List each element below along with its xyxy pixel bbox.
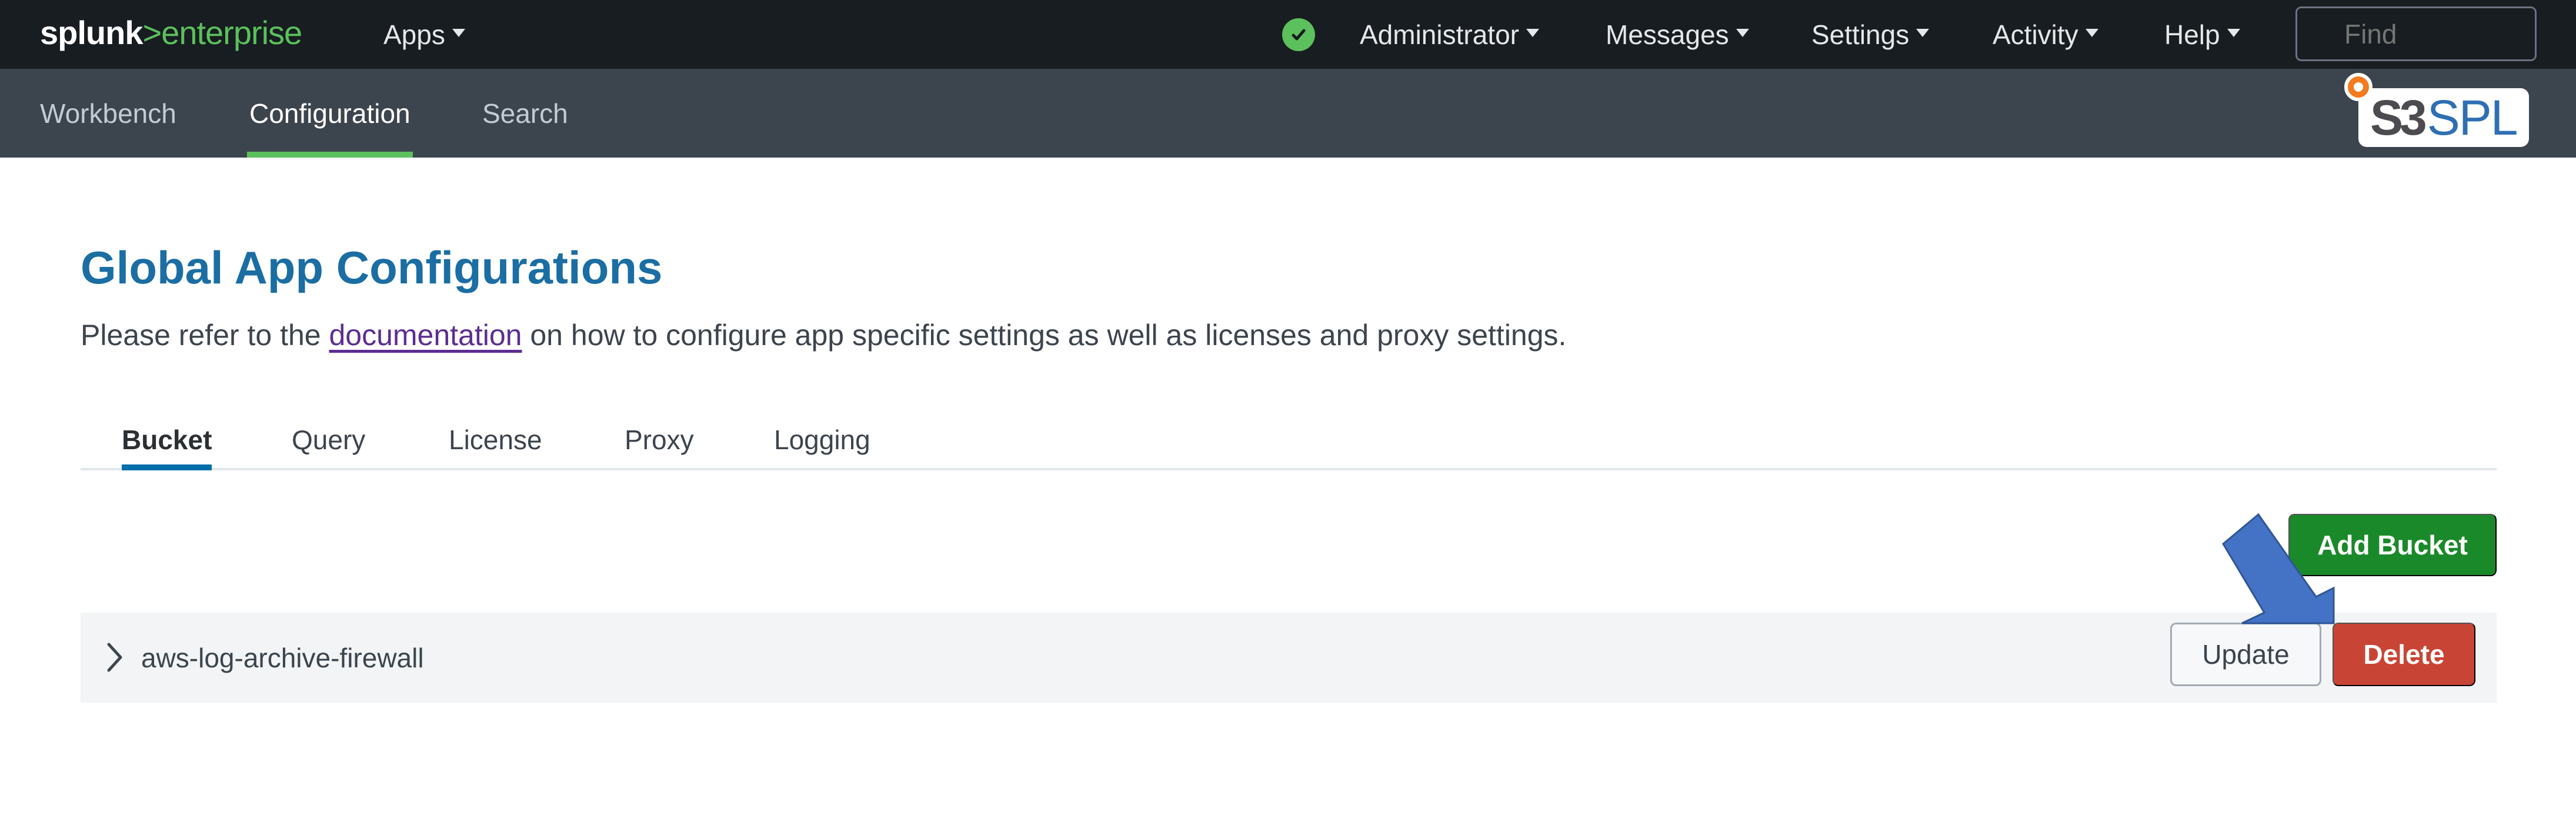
logo-s3-text: S3 (2370, 90, 2427, 145)
logo-spl-text: SPL (2427, 90, 2518, 145)
caret-down-icon (2227, 28, 2240, 37)
administrator-menu-label: Administrator (1360, 19, 1519, 50)
help-menu[interactable]: Help (2164, 0, 2240, 69)
check-circle-icon[interactable] (1282, 18, 1315, 51)
tab-label: Proxy (625, 424, 694, 455)
tab-bucket[interactable]: Bucket (122, 412, 212, 470)
caret-down-icon (1736, 28, 1749, 37)
bucket-list-row: aws-log-archive-firewall (81, 613, 2497, 703)
find-input[interactable] (2295, 6, 2537, 61)
caret-down-icon (1526, 28, 1539, 37)
chevron-right-icon[interactable] (103, 640, 126, 675)
active-tab-indicator (122, 464, 212, 470)
tab-label: Logging (774, 424, 870, 455)
s3spl-logo: S3 SPL (2358, 88, 2529, 147)
bucket-name: aws-log-archive-firewall (141, 642, 424, 673)
nav-item-search[interactable]: Search (482, 69, 568, 158)
app-nav-bar: Workbench Configuration Search (0, 69, 2576, 158)
settings-menu-label: Settings (1811, 19, 1910, 50)
activity-menu-label: Activity (1993, 19, 2078, 50)
tab-logging[interactable]: Logging (774, 412, 870, 468)
help-menu-label: Help (2164, 19, 2220, 50)
messages-menu-label: Messages (1606, 19, 1729, 50)
apps-menu[interactable]: Apps (383, 0, 465, 69)
tab-query[interactable]: Query (292, 412, 365, 468)
caret-down-icon (452, 28, 465, 37)
administrator-menu[interactable]: Administrator (1360, 0, 1539, 69)
caret-down-icon (1916, 28, 1930, 37)
tab-license[interactable]: License (449, 412, 542, 468)
apps-menu-label: Apps (383, 19, 445, 50)
tab-label: License (449, 424, 542, 455)
top-header-bar: splunk>enterprise Apps Administrator Mes… (0, 0, 2576, 69)
messages-menu[interactable]: Messages (1606, 0, 1749, 69)
delete-button[interactable]: Delete (2333, 623, 2475, 686)
checkmark-glyph (1292, 29, 1306, 41)
page-description: Please refer to the documentation on how… (81, 315, 1566, 356)
active-nav-indicator (247, 152, 413, 158)
logo-separator: > (142, 14, 162, 51)
tab-label: Bucket (122, 424, 212, 455)
documentation-link[interactable]: documentation (329, 319, 522, 352)
nav-item-label: Configuration (249, 98, 411, 129)
activity-menu[interactable]: Activity (1993, 0, 2098, 69)
update-button[interactable]: Update (2170, 623, 2321, 686)
logo-orange-dot-icon (2344, 73, 2373, 101)
caret-down-icon (2085, 28, 2098, 37)
logo-product-text: enterprise (161, 14, 302, 51)
tab-label: Query (292, 424, 366, 455)
add-bucket-button[interactable]: Add Bucket (2288, 514, 2497, 576)
settings-menu[interactable]: Settings (1811, 0, 1930, 69)
nav-item-configuration[interactable]: Configuration (247, 69, 413, 158)
splunk-enterprise-logo[interactable]: splunk>enterprise (40, 13, 302, 53)
tab-proxy[interactable]: Proxy (625, 412, 694, 468)
nav-item-label: Workbench (40, 98, 176, 129)
logo-brand-text: splunk (40, 14, 143, 51)
description-text-before: Please refer to the (81, 319, 329, 352)
config-tabs: Bucket Query License Proxy Logging (81, 412, 2497, 470)
nav-item-label: Search (482, 98, 568, 129)
page-title: Global App Configurations (81, 242, 663, 293)
nav-item-workbench[interactable]: Workbench (40, 69, 176, 158)
description-text-after: on how to configure app specific setting… (522, 319, 1567, 352)
